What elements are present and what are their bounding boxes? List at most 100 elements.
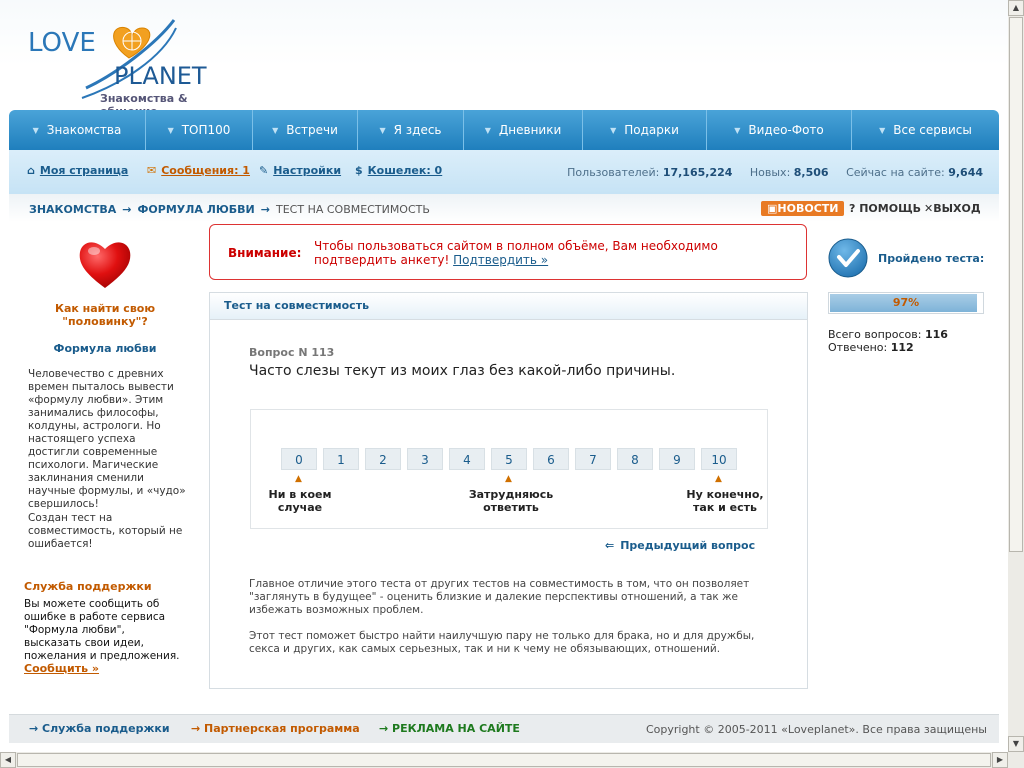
logo-word-planet: PLANET (114, 62, 207, 90)
arrow-right-icon: → (379, 722, 393, 735)
intro-text: Человечество с древних времен пыталось в… (28, 368, 186, 510)
breadcrumb: ЗНАКОМСТВА → ФОРМУЛА ЛЮБВИ → ТЕСТ НА СОВМЕСТ… (29, 203, 430, 216)
online-count: 9,644 (948, 166, 983, 179)
footer-partner-link[interactable]: → Партнерская программа (191, 722, 360, 735)
warning-text: Чтобы пользоваться сайтом в полном объём… (314, 239, 718, 267)
users-count: 17,165,224 (662, 166, 733, 179)
chevron-down-icon: ▼ (484, 125, 491, 135)
news-button[interactable]: ▣НОВОСТИ (761, 201, 845, 216)
answer-scale: 0 1 2 3 4 5 6 7 8 9 10 ▲ ▲ ▲ Ни в коем с… (250, 409, 768, 529)
test-progress-bar: 97% (828, 292, 984, 314)
site-stats: Пользователей: 17,165,224 Новых: 8,506 С… (567, 166, 983, 179)
intro-text-2: Создан тест на совместимость, который не… (28, 512, 183, 550)
question-icon: ? (849, 202, 860, 215)
confirm-link[interactable]: Подтвердить » (453, 253, 548, 267)
scale-button-6[interactable]: 6 (533, 448, 569, 470)
exit-link[interactable]: ✕ВЫХОД (924, 202, 981, 215)
chevron-down-icon: ▼ (879, 125, 886, 135)
messages-link[interactable]: ✉ Сообщения: 1 (147, 164, 250, 177)
close-icon: ✕ (924, 202, 934, 215)
scale-button-3[interactable]: 3 (407, 448, 443, 470)
previous-question-link[interactable]: ⇐ Предыдущий вопрос (605, 539, 755, 552)
scale-button-10[interactable]: 10 (701, 448, 737, 470)
help-link[interactable]: ? ПОМОЩЬ (849, 202, 921, 215)
support-text: Вы можете сообщить об ошибке в работе се… (24, 598, 180, 662)
how-to-find-title: Как найти свою "половинку"? (54, 302, 156, 328)
scale-button-1[interactable]: 1 (323, 448, 359, 470)
settings-link[interactable]: ✎ Настройки (259, 164, 341, 177)
chevron-down-icon: ▼ (379, 125, 386, 135)
vertical-scroll-thumb[interactable] (1009, 17, 1023, 552)
passed-label: Пройдено теста: (878, 252, 985, 265)
nav-item-top100[interactable]: ▼ ТОП100 (146, 110, 253, 150)
scale-label-min: Ни в коем случае (268, 488, 332, 514)
main-nav: ▼ Знакомства ▼ ТОП100 ▼ Встречи ▼ Я здесь ▼ Д… (9, 110, 999, 150)
site-logo[interactable]: LOVE PLANET Знакомства & общение (26, 14, 246, 118)
vertical-scrollbar[interactable]: ▲ ▼ (1008, 0, 1024, 752)
footer-support-link[interactable]: → Служба поддержки (29, 722, 170, 735)
chevron-down-icon: ▼ (272, 125, 279, 135)
progress-percent: 97% (892, 296, 920, 309)
nav-item-dating[interactable]: ▼ Знакомства (9, 110, 146, 150)
footer: → Служба поддержки → Партнерская програм… (9, 714, 999, 743)
footer-ads-link[interactable]: → РЕКЛАМА НА САЙТЕ (379, 722, 520, 735)
arrow-left-icon: ⇐ (605, 539, 615, 552)
horizontal-scrollbar[interactable]: ◀ ▶ (0, 752, 1008, 768)
scale-button-9[interactable]: 9 (659, 448, 695, 470)
logo-word-love: LOVE (28, 28, 96, 58)
report-link[interactable]: Сообщить » (24, 662, 99, 675)
breadcrumb-love-formula[interactable]: ФОРМУЛА ЛЮБВИ (138, 203, 255, 216)
breadcrumb-current: ТЕСТ НА СОВМЕСТИМОСТЬ (276, 203, 430, 216)
breadcrumb-bar: ЗНАКОМСТВА → ФОРМУЛА ЛЮБВИ → ТЕСТ НА СОВМЕСТ… (9, 194, 999, 222)
scroll-left-icon[interactable]: ◀ (0, 752, 16, 768)
nav-item-gifts[interactable]: ▼ Подарки (583, 110, 707, 150)
wallet-link[interactable]: $ Кошелек: 0 (355, 164, 442, 177)
wrench-icon: ✎ (259, 164, 269, 177)
envelope-icon: ✉ (147, 164, 157, 177)
scale-button-4[interactable]: 4 (449, 448, 485, 470)
nav-item-diaries[interactable]: ▼ Дневники (464, 110, 583, 150)
chevron-down-icon: ▼ (734, 125, 741, 135)
test-panel: Тест на совместимость Вопрос N 113 Часто… (209, 292, 808, 689)
question-text: Часто слезы текут из моих глаз без какой… (249, 363, 676, 379)
heart-icon (79, 242, 131, 288)
arrow-right-icon: → (191, 722, 205, 735)
question-number: Вопрос N 113 (249, 346, 335, 359)
warning-box: Внимание: Чтобы пользоваться сайтом в по… (209, 224, 807, 280)
my-page-link[interactable]: ⌂ Моя страница (27, 164, 128, 177)
scroll-right-icon[interactable]: ▶ (992, 752, 1008, 768)
chevron-down-icon: ▼ (167, 125, 174, 135)
new-count: 8,506 (793, 166, 829, 179)
triangle-up-icon: ▲ (295, 474, 302, 484)
arrow-right-icon: → (260, 203, 270, 216)
dollar-icon: $ (355, 164, 363, 177)
support-title: Служба поддержки (24, 580, 152, 593)
scrollbar-corner (1008, 752, 1024, 768)
scroll-up-icon[interactable]: ▲ (1008, 0, 1024, 16)
scale-button-7[interactable]: 7 (575, 448, 611, 470)
nav-item-im-here[interactable]: ▼ Я здесь (358, 110, 464, 150)
copyright: Copyright © 2005-2011 «Loveplanet». Все … (645, 723, 987, 736)
nav-item-meetings[interactable]: ▼ Встречи (253, 110, 358, 150)
browser-viewport: LOVE PLANET Знакомства & общение ▼Знаком… (0, 0, 1008, 752)
answered-questions: Отвечено: 112 (828, 341, 914, 354)
user-bar: ⌂ Моя страница ✉ Сообщения: 1 ✎ Настройки $… (9, 150, 999, 194)
panel-title: Тест на совместимость (210, 293, 807, 320)
scale-button-2[interactable]: 2 (365, 448, 401, 470)
scale-button-5[interactable]: 5 (491, 448, 527, 470)
test-description: Главное отличие этого теста от других те… (249, 578, 750, 616)
test-description-2: Этот тест поможет быстро найти наилучшую… (249, 630, 755, 655)
total-questions: Всего вопросов: 116 (828, 328, 948, 341)
scale-button-8[interactable]: 8 (617, 448, 653, 470)
arrow-right-icon: → (29, 722, 43, 735)
scroll-down-icon[interactable]: ▼ (1008, 736, 1024, 752)
chevron-down-icon: ▼ (32, 125, 39, 135)
breadcrumb-dating[interactable]: ЗНАКОМСТВА (29, 203, 116, 216)
scale-button-0[interactable]: 0 (281, 448, 317, 470)
nav-item-all-services[interactable]: ▼ Все сервисы (852, 110, 999, 150)
home-icon: ⌂ (27, 164, 35, 177)
nav-item-video-photo[interactable]: ▼ Видео-Фото (707, 110, 852, 150)
horizontal-scroll-thumb[interactable] (17, 753, 991, 767)
chevron-down-icon: ▼ (610, 125, 617, 135)
love-formula-title: Формула любви (53, 342, 157, 355)
